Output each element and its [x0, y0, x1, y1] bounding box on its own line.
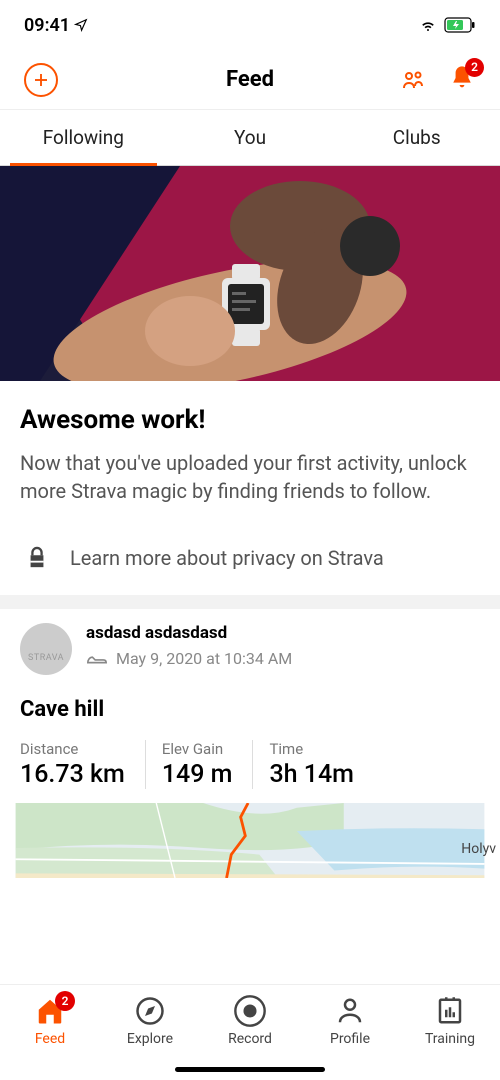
section-divider: [0, 595, 500, 609]
avatar[interactable]: STRAVA: [20, 623, 72, 675]
page-title: Feed: [226, 67, 274, 92]
bottom-nav: 2 Feed Explore Record Profile Training: [0, 984, 500, 1080]
tab-following[interactable]: Following: [0, 110, 167, 165]
nav-label: Explore: [127, 1031, 173, 1047]
profile-icon: [335, 996, 365, 1026]
stat-elev: Elev Gain 149 m: [145, 740, 253, 789]
promo-card: Awesome work! Now that you've uploaded y…: [0, 381, 500, 517]
add-button[interactable]: [24, 63, 58, 97]
training-icon: [435, 996, 465, 1026]
nav-label: Feed: [35, 1031, 65, 1047]
compass-icon: [135, 996, 165, 1026]
nav-label: Record: [228, 1031, 272, 1047]
activity-map[interactable]: Holyv: [0, 803, 500, 878]
app-header: Feed 2: [0, 50, 500, 110]
location-arrow-icon: [74, 18, 88, 32]
wifi-icon: [418, 17, 438, 33]
nav-explore[interactable]: Explore: [100, 985, 200, 1080]
nav-training[interactable]: Training: [400, 985, 500, 1080]
privacy-text: Learn more about privacy on Strava: [70, 546, 384, 570]
shoe-icon: [86, 651, 108, 667]
status-time: 09:41: [24, 15, 88, 36]
promo-body: Now that you've uploaded your first acti…: [20, 449, 480, 505]
status-icons: [418, 17, 476, 33]
activity-title: Cave hill: [20, 697, 480, 722]
nav-label: Profile: [330, 1031, 370, 1047]
stat-time: Time 3h 14m: [252, 740, 374, 789]
friends-icon[interactable]: [398, 68, 428, 92]
stat-value: 3h 14m: [269, 760, 354, 789]
activity-timestamp: May 9, 2020 at 10:34 AM: [116, 649, 292, 668]
nav-badge: 2: [55, 991, 75, 1011]
stat-value: 149 m: [162, 760, 233, 789]
home-indicator[interactable]: [175, 1067, 325, 1072]
notification-badge: 2: [465, 58, 484, 77]
stat-label: Elev Gain: [162, 740, 233, 758]
nav-profile[interactable]: Profile: [300, 985, 400, 1080]
stat-value: 16.73 km: [20, 760, 125, 789]
tab-clubs[interactable]: Clubs: [333, 110, 500, 165]
stat-label: Distance: [20, 740, 125, 758]
notifications-button[interactable]: 2: [448, 64, 476, 96]
activity-card[interactable]: STRAVA asdasd asdasdasd May 9, 2020 at 1…: [0, 609, 500, 789]
privacy-link[interactable]: Learn more about privacy on Strava: [0, 517, 500, 595]
tab-you[interactable]: You: [167, 110, 334, 165]
activity-stats: Distance 16.73 km Elev Gain 149 m Time 3…: [20, 740, 480, 789]
status-bar: 09:41: [0, 0, 500, 50]
stat-label: Time: [269, 740, 354, 758]
nav-record[interactable]: Record: [200, 985, 300, 1080]
map-label: Holyv: [461, 841, 496, 857]
activity-user[interactable]: asdasd asdasdasd: [86, 623, 292, 643]
promo-title: Awesome work!: [20, 405, 480, 435]
record-icon: [234, 995, 266, 1027]
nav-label: Training: [425, 1031, 475, 1047]
lock-icon: [26, 545, 48, 571]
hero-image: [0, 166, 500, 381]
activity-meta: May 9, 2020 at 10:34 AM: [86, 649, 292, 668]
plus-icon: [32, 71, 50, 89]
nav-feed[interactable]: 2 Feed: [0, 985, 100, 1080]
time-text: 09:41: [24, 15, 70, 36]
feed-tabs: Following You Clubs: [0, 110, 500, 166]
battery-icon: [444, 17, 476, 33]
stat-distance: Distance 16.73 km: [20, 740, 145, 789]
